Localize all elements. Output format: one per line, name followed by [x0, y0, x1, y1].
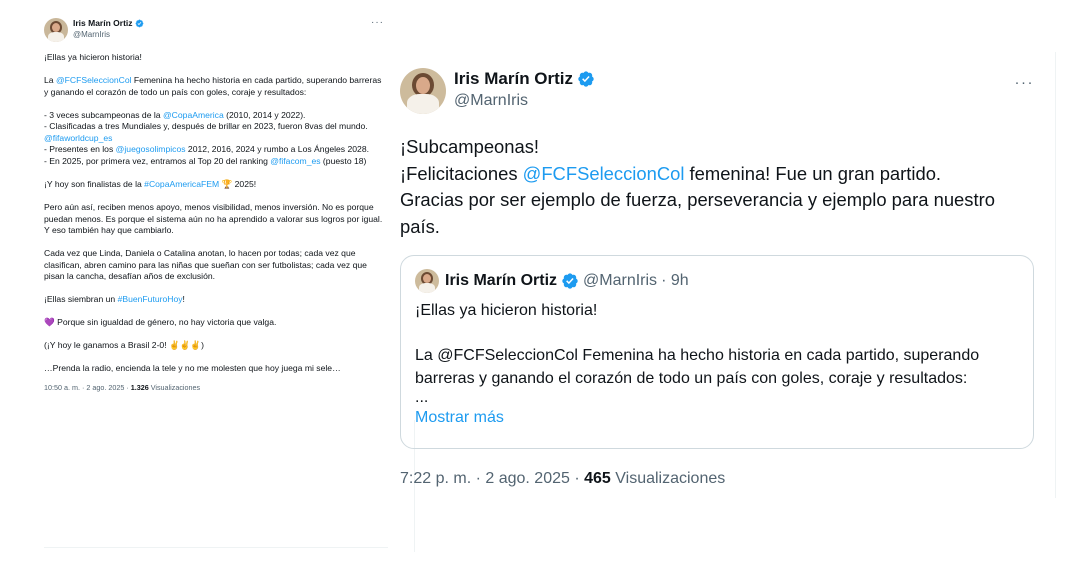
tweet-paragraph: …Prenda la radio, encienda la tele y no …: [44, 363, 384, 375]
text-segment: (¡Y hoy le ganamos a Brasil 2-0! ✌️✌️✌️): [44, 340, 204, 351]
tweet-paragraph: ¡Ellas ya hicieron historia!: [44, 52, 384, 64]
tweet-paragraph: Pero aún así, reciben menos apoyo, menos…: [44, 202, 384, 237]
quoted-author-name: Iris Marín Ortiz: [445, 272, 558, 289]
divider: [44, 547, 388, 548]
text-segment: Cada vez que Linda, Daniela o Catalina a…: [44, 248, 367, 282]
text-segment: 🏆 2025!: [219, 178, 257, 189]
mention-link[interactable]: @fifaworldcup_es: [44, 133, 112, 143]
left-tweet-header: Iris Marín Ortiz @MarnIris ···: [44, 18, 384, 46]
author-handle[interactable]: @MarnIris: [73, 29, 144, 40]
tweet-paragraph: 💜 Porque sin igualdad de género, no hay …: [44, 317, 384, 329]
text-segment: Gracias por ser ejemplo de fuerza, perse…: [400, 189, 995, 210]
text-segment: femenina! Fue un gran partido.: [684, 162, 942, 184]
show-more-link[interactable]: Mostrar más: [415, 407, 1019, 429]
views-label: Visualizaciones: [610, 470, 726, 487]
tweet-paragraph: (¡Y hoy le ganamos a Brasil 2-0! ✌️✌️✌️): [44, 340, 384, 352]
more-horizontal-icon[interactable]: ···: [1015, 74, 1035, 91]
mention-link[interactable]: @FCFSeleccionCol: [523, 163, 685, 184]
text-segment: - 3 veces subcampeonas de la: [44, 109, 163, 120]
tweet-line: Gracias por ser ejemplo de fuerza, perse…: [400, 187, 1040, 214]
mention-link[interactable]: @juegosolimpicos: [116, 144, 186, 154]
text-segment: país.: [400, 215, 440, 237]
text-segment: ¡Ellas siembran un: [44, 294, 118, 305]
more-horizontal-icon[interactable]: ···: [371, 18, 384, 28]
quoted-tweet-text: ¡Ellas ya hicieron historia! La @FCFSele…: [415, 300, 1019, 406]
author-name-text: Iris Marín Ortiz: [73, 18, 133, 28]
quoted-author-handle: @MarnIris: [583, 272, 658, 289]
right-tweet: Iris Marín Ortiz @MarnIris ··· ¡Subcampe…: [400, 52, 1056, 498]
verified-badge-icon: [135, 19, 143, 28]
author-name[interactable]: Iris Marín Ortiz: [454, 68, 595, 90]
quoted-line: [415, 323, 1019, 346]
verified-badge-icon: [578, 71, 594, 87]
quoted-tweet-card[interactable]: Iris Marín Ortiz @MarnIris · 9h ¡Ellas y…: [400, 255, 1034, 449]
views-label: Visualizaciones: [148, 383, 201, 393]
text-segment: Pero aún así, reciben menos apoyo, menos…: [44, 201, 383, 236]
author-name-text: Iris Marín Ortiz: [454, 69, 574, 88]
tweet-paragraph: - 3 veces subcampeonas de la @CopaAmeric…: [44, 110, 384, 168]
view-count: 465: [584, 470, 611, 487]
tweet-line: país.: [400, 214, 1040, 241]
text-segment: La: [44, 74, 56, 85]
view-count: 1.326: [130, 383, 149, 393]
author-name[interactable]: Iris Marín Ortiz: [73, 18, 144, 29]
text-segment: ¡Subcampeonas!: [400, 136, 540, 157]
tweet-footer: 7:22 p. m. · 2 ago. 2025 · 465 Visualiza…: [400, 468, 725, 490]
text-segment: …Prenda la radio, encienda la tele y no …: [44, 363, 341, 374]
avatar[interactable]: [400, 68, 446, 114]
mention-link[interactable]: @fifacom_es: [270, 156, 320, 166]
tweet-paragraph: ¡Ellas siembran un #BuenFuturoHoy!: [44, 294, 384, 306]
tweet-paragraph: La @FCFSeleccionCol Femenina ha hecho hi…: [44, 75, 384, 98]
text-segment: !: [182, 294, 185, 305]
avatar[interactable]: [44, 18, 68, 42]
verified-badge-icon: [562, 273, 578, 289]
quoted-line: ...: [415, 389, 429, 406]
quoted-line: La @FCFSeleccionCol Femenina ha hecho hi…: [415, 347, 980, 364]
right-tweet-header: Iris Marín Ortiz @MarnIris ···: [400, 52, 1040, 138]
tweet-paragraph: Cada vez que Linda, Daniela o Catalina a…: [44, 248, 384, 283]
tweet-timestamp[interactable]: 7:22 p. m. · 2 ago. 2025 ·: [400, 470, 584, 487]
text-segment: - Presentes en los: [44, 144, 114, 155]
tweet-timestamp[interactable]: 10:50 a. m. · 2 ago. 2025 ·: [44, 383, 131, 392]
avatar: [415, 269, 439, 293]
text-segment: (puesto 18): [320, 155, 367, 166]
text-segment: ¡Felicitaciones: [400, 162, 523, 184]
text-segment: 💜 Porque sin igualdad de género, no hay …: [44, 317, 277, 328]
tweet-paragraph: ¡Y hoy son finalistas de la #CopaAmerica…: [44, 179, 384, 191]
author-handle[interactable]: @MarnIris: [454, 90, 595, 112]
hashtag-link[interactable]: #CopaAmericaFEM: [144, 179, 219, 189]
quoted-line: ¡Ellas ya hicieron historia!: [415, 302, 598, 319]
quoted-tweet-age: · 9h: [661, 272, 689, 289]
mention-link[interactable]: @FCFSeleccionCol: [56, 75, 132, 85]
quoted-line: barreras y ganando el corazón de todo un…: [415, 369, 968, 387]
tweet-line: ¡Felicitaciones @FCFSeleccionCol femenin…: [400, 161, 1040, 188]
tweet-footer: 10:50 a. m. · 2 ago. 2025 · 1.326 Visual…: [44, 383, 384, 392]
text-segment: ¡Ellas ya hicieron historia!: [44, 52, 142, 62]
mention-link[interactable]: @CopaAmerica: [163, 110, 224, 120]
left-tweet: Iris Marín Ortiz @MarnIris ··· ¡Ellas ya…: [38, 10, 390, 548]
hashtag-link[interactable]: #BuenFuturoHoy: [118, 294, 183, 304]
tweet-text: ¡Ellas ya hicieron historia! La @FCFSelec…: [44, 52, 384, 375]
quoted-tweet-header: Iris Marín Ortiz @MarnIris · 9h: [415, 269, 1019, 293]
text-segment: ¡Y hoy son finalistas de la: [44, 178, 145, 189]
tweet-text: ¡Subcampeonas! ¡Felicitaciones @FCFSelecc…: [400, 134, 1040, 240]
divider: [1055, 52, 1056, 498]
